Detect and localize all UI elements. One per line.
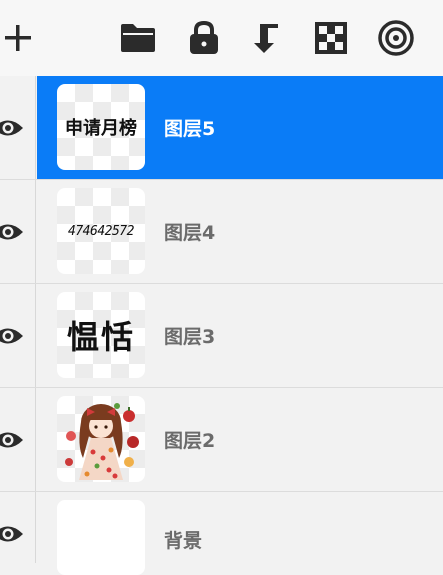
layer-name: 图层3 (164, 326, 216, 348)
layer-name: 图层4 (164, 222, 216, 244)
layers-list: 申请月榜 图层5 474642572 图层4 愠恬 图层3 图层2 背景 (0, 76, 443, 575)
visibility-toggle[interactable] (0, 388, 36, 491)
visibility-toggle[interactable] (0, 180, 36, 283)
layer-toolbar (0, 0, 443, 76)
layer-thumbnail: 申请月榜 (57, 84, 145, 170)
layer-thumbnail: 愠恬 (57, 292, 145, 378)
layer-thumbnail: 474642572 (57, 188, 145, 274)
lock-icon[interactable] (184, 18, 224, 58)
layer-thumbnail (57, 396, 145, 482)
eye-icon (0, 526, 23, 541)
layer-row[interactable]: 图层2 (0, 388, 443, 492)
layer-row[interactable]: 申请月榜 图层5 (0, 76, 443, 180)
visibility-toggle[interactable] (0, 284, 36, 387)
layer-row[interactable]: 474642572 图层4 (0, 180, 443, 284)
layer-name: 图层2 (164, 430, 216, 452)
target-icon[interactable] (376, 18, 416, 58)
eye-icon (0, 120, 23, 135)
visibility-toggle[interactable] (0, 76, 36, 179)
add-icon[interactable] (0, 18, 38, 58)
eye-icon (0, 328, 23, 343)
eye-icon (0, 432, 23, 447)
layer-row[interactable]: 背景 (0, 492, 443, 575)
layer-row[interactable]: 愠恬 图层3 (0, 284, 443, 388)
merge-down-icon[interactable] (247, 18, 287, 58)
checkerboard-icon[interactable] (311, 18, 351, 58)
folder-icon[interactable] (118, 18, 158, 58)
thumbnail-text: 愠恬 (66, 318, 135, 356)
layer-thumbnail (57, 500, 145, 575)
eye-icon (0, 224, 23, 239)
visibility-toggle[interactable] (0, 492, 36, 563)
thumbnail-text: 申请月榜 (65, 118, 137, 139)
layer-name: 图层5 (164, 118, 216, 140)
thumbnail-text: 474642572 (68, 223, 134, 239)
illustration-thumbnail (65, 403, 139, 480)
layer-name: 背景 (164, 530, 203, 552)
